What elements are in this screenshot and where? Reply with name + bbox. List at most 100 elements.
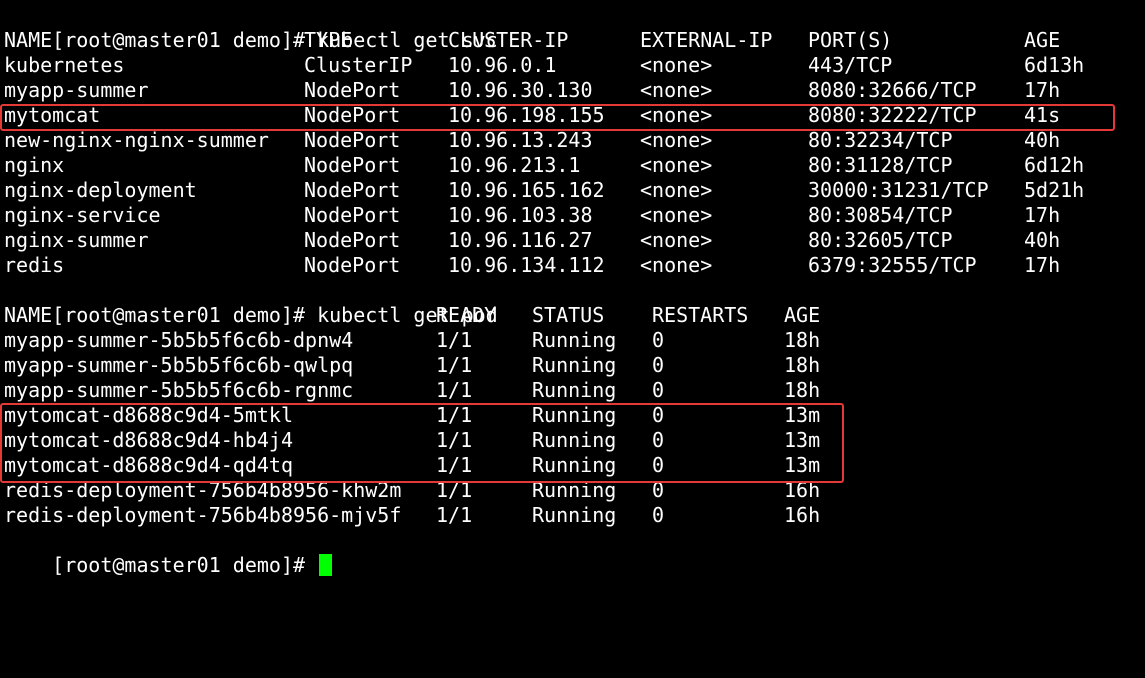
svc-header-age: AGE — [1024, 28, 1061, 52]
svc-table-row: nginx-service NodePort 10.96.103.38 <non… — [4, 203, 1060, 228]
pod-ready: 1/1 — [436, 478, 473, 502]
svc-cluster-ip: 10.96.134.112 — [448, 253, 605, 277]
pod-name: mytomcat-d8688c9d4-hb4j4 — [4, 428, 293, 452]
pod-ready: 1/1 — [436, 428, 473, 452]
svc-external-ip: <none> — [640, 153, 713, 177]
svc-ports: 30000:31231/TCP — [808, 178, 989, 202]
svc-age: 5d21h — [1024, 178, 1085, 202]
svc-table-row: new-nginx-nginx-summer NodePort 10.96.13… — [4, 128, 1060, 153]
svc-cluster-ip: 10.96.116.27 — [448, 228, 593, 252]
svc-ports: 80:32605/TCP — [808, 228, 953, 252]
pod-name: mytomcat-d8688c9d4-qd4tq — [4, 453, 293, 477]
pod-header-status: STATUS — [532, 303, 605, 327]
pod-restarts: 0 — [652, 453, 665, 477]
pod-status: Running — [532, 353, 617, 377]
svc-cluster-ip: 10.96.103.38 — [448, 203, 593, 227]
svc-cluster-ip: 10.96.30.130 — [448, 78, 593, 102]
svc-external-ip: <none> — [640, 78, 713, 102]
command-line-svc: [root@master01 demo]# kubectl get svc — [4, 3, 498, 52]
pod-ready: 1/1 — [436, 353, 473, 377]
svc-external-ip: <none> — [640, 203, 713, 227]
svc-header-cluster-ip: CLUSTER-IP — [448, 28, 569, 52]
pod-restarts: 0 — [652, 428, 665, 452]
pod-table-row: myapp-summer-5b5b5f6c6b-qwlpq 1/1 Runnin… — [4, 353, 820, 378]
svc-cluster-ip: 10.96.0.1 — [448, 53, 557, 77]
svc-table-row: nginx-deployment NodePort 10.96.165.162 … — [4, 178, 1084, 203]
pod-status: Running — [532, 328, 617, 352]
svc-table-row: nginx NodePort 10.96.213.1 <none> 80:311… — [4, 153, 1084, 178]
svc-header-row: NAME TYPE CLUSTER-IP EXTERNAL-IP PORT(S)… — [4, 28, 1060, 53]
svc-type: NodePort — [304, 203, 401, 227]
svc-ports: 6379:32555/TCP — [808, 253, 977, 277]
svc-external-ip: <none> — [640, 178, 713, 202]
svc-name: redis — [4, 253, 65, 277]
pod-age: 16h — [784, 503, 821, 527]
svc-type: NodePort — [304, 153, 401, 177]
svc-cluster-ip: 10.96.198.155 — [448, 103, 605, 127]
command-text: [root@master01 demo]# kubectl get svc — [52, 28, 498, 52]
svc-name: nginx — [4, 153, 65, 177]
svc-name: mytomcat — [4, 103, 101, 127]
svc-name: myapp-summer — [4, 78, 149, 102]
pod-table-row: myapp-summer-5b5b5f6c6b-rgnmc 1/1 Runnin… — [4, 378, 820, 403]
command-text: [root@master01 demo]# kubectl get pod — [52, 303, 498, 327]
svc-name: kubernetes — [4, 53, 125, 77]
svc-ports: 8080:32666/TCP — [808, 78, 977, 102]
svc-header-type: TYPE — [304, 28, 353, 52]
pod-age: 13m — [784, 453, 821, 477]
pod-table-row: redis-deployment-756b4b8956-mjv5f 1/1 Ru… — [4, 503, 820, 528]
svc-age: 40h — [1024, 128, 1061, 152]
pod-table-row: mytomcat-d8688c9d4-hb4j4 1/1 Running 0 1… — [4, 428, 820, 453]
svc-age: 17h — [1024, 203, 1061, 227]
pod-status: Running — [532, 478, 617, 502]
svc-age: 6d13h — [1024, 53, 1085, 77]
pod-restarts: 0 — [652, 378, 665, 402]
pod-restarts: 0 — [652, 503, 665, 527]
svc-name: nginx-service — [4, 203, 161, 227]
pod-status: Running — [532, 403, 617, 427]
svc-age: 17h — [1024, 253, 1061, 277]
pod-header-ready: READY — [436, 303, 497, 327]
svc-external-ip: <none> — [640, 103, 713, 127]
svc-cluster-ip: 10.96.13.243 — [448, 128, 593, 152]
pod-table-row: myapp-summer-5b5b5f6c6b-dpnw4 1/1 Runnin… — [4, 328, 820, 353]
pod-status: Running — [532, 378, 617, 402]
svc-ports: 80:30854/TCP — [808, 203, 953, 227]
pod-status: Running — [532, 453, 617, 477]
svc-ports: 80:31128/TCP — [808, 153, 953, 177]
svc-ports: 80:32234/TCP — [808, 128, 953, 152]
text-cursor — [319, 554, 333, 576]
pod-header-name: NAME — [4, 303, 53, 327]
pod-header-row: NAME READY STATUS RESTARTS AGE — [4, 303, 820, 328]
svc-type: ClusterIP — [304, 53, 413, 77]
pod-header-age: AGE — [784, 303, 821, 327]
pod-name: myapp-summer-5b5b5f6c6b-rgnmc — [4, 378, 354, 402]
svc-cluster-ip: 10.96.165.162 — [448, 178, 605, 202]
pod-name: redis-deployment-756b4b8956-khw2m — [4, 478, 402, 502]
pod-table-row: redis-deployment-756b4b8956-khw2m 1/1 Ru… — [4, 478, 820, 503]
svc-age: 17h — [1024, 78, 1061, 102]
pod-name: myapp-summer-5b5b5f6c6b-dpnw4 — [4, 328, 354, 352]
svc-table-row: redis NodePort 10.96.134.112 <none> 6379… — [4, 253, 1060, 278]
svc-external-ip: <none> — [640, 253, 713, 277]
svc-external-ip: <none> — [640, 53, 713, 77]
pod-name: mytomcat-d8688c9d4-5mtkl — [4, 403, 293, 427]
pod-restarts: 0 — [652, 353, 665, 377]
terminal-window[interactable]: [root@master01 demo]# kubectl get svc NA… — [0, 0, 1145, 577]
pod-ready: 1/1 — [436, 503, 473, 527]
pod-ready: 1/1 — [436, 403, 473, 427]
svc-table-row: kubernetes ClusterIP 10.96.0.1 <none> 44… — [4, 53, 1084, 78]
svc-ports: 8080:32222/TCP — [808, 103, 977, 127]
prompt-line[interactable]: [root@master01 demo]# — [4, 528, 333, 577]
pod-ready: 1/1 — [436, 328, 473, 352]
pod-ready: 1/1 — [436, 378, 473, 402]
pod-age: 13m — [784, 403, 821, 427]
svc-type: NodePort — [304, 228, 401, 252]
pod-table-row: mytomcat-d8688c9d4-5mtkl 1/1 Running 0 1… — [4, 403, 820, 428]
svc-age: 41s — [1024, 103, 1061, 127]
pod-restarts: 0 — [652, 403, 665, 427]
pod-status: Running — [532, 428, 617, 452]
pod-name: myapp-summer-5b5b5f6c6b-qwlpq — [4, 353, 354, 377]
command-line-pod: [root@master01 demo]# kubectl get pod — [4, 278, 498, 327]
svc-age: 40h — [1024, 228, 1061, 252]
